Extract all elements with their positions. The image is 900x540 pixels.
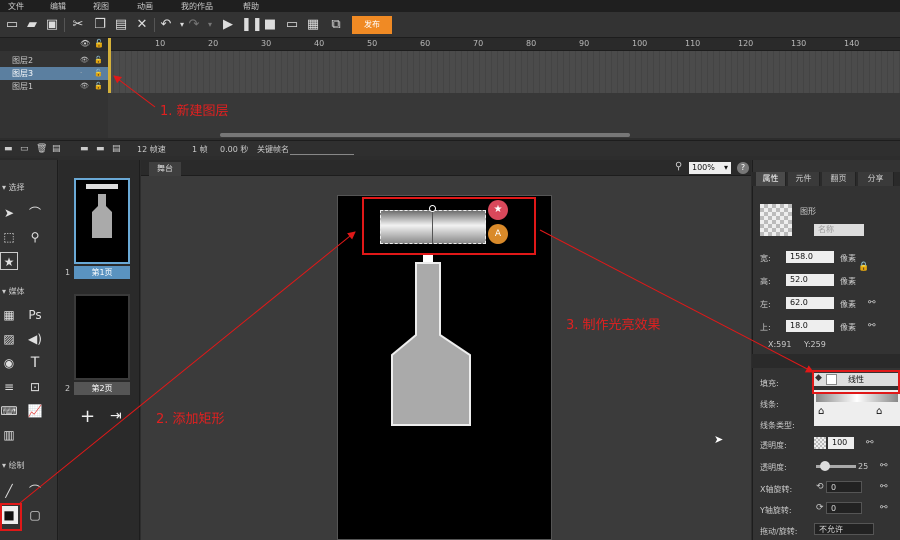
annotation-step1: 1. 新建图层 [160, 104, 229, 119]
annotation-arrows [19, 75, 814, 504]
highlight-rectangle-selection [362, 197, 536, 255]
highlight-fill-control [812, 370, 900, 394]
highlight-rectangle-tool [0, 503, 22, 531]
annotation-step2: 2. 添加矩形 [156, 412, 225, 427]
annotation-step3: 3. 制作光亮效果 [566, 318, 661, 333]
